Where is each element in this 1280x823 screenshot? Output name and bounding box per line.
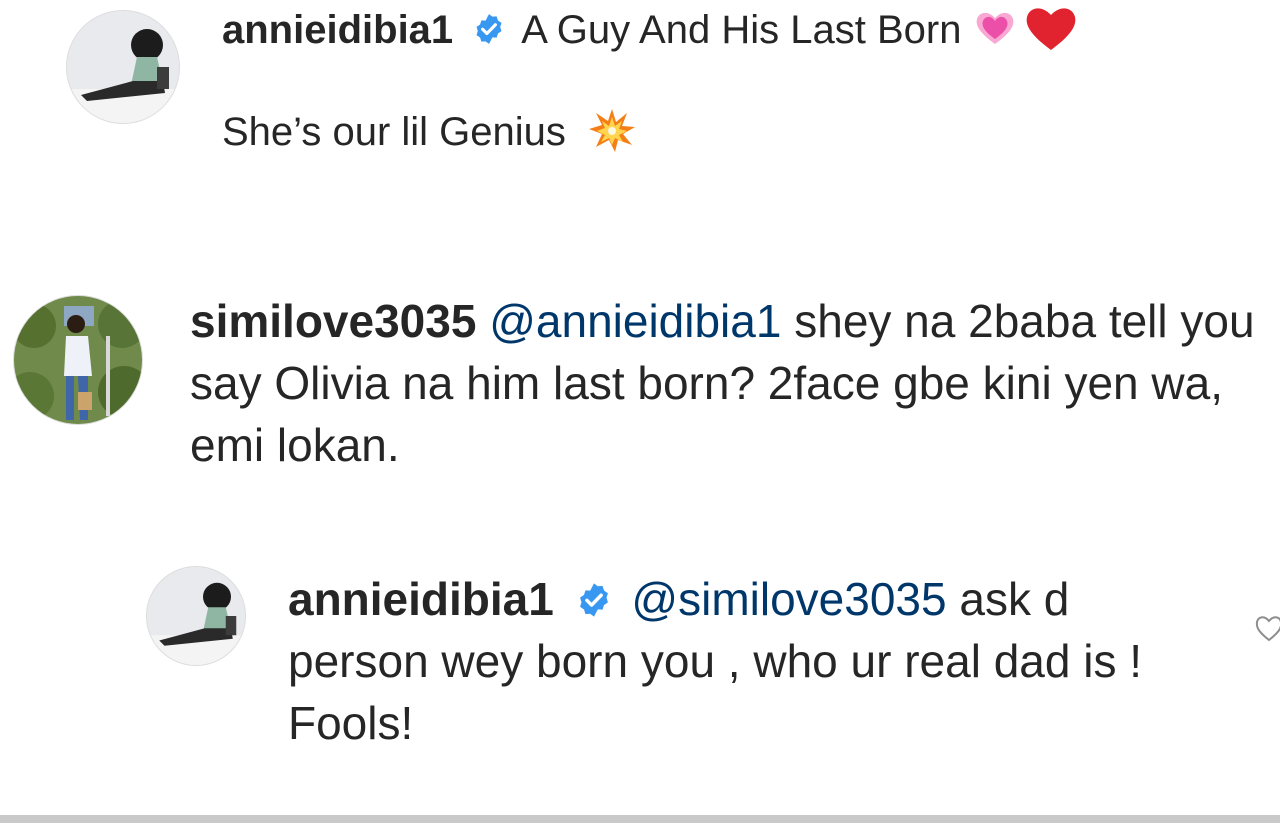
avatar-annieidibia1[interactable]	[66, 10, 180, 124]
bottom-divider	[0, 815, 1280, 823]
comment-text: similove3035 @annieidibia1 shey na 2baba…	[190, 290, 1270, 476]
collision-emoji	[589, 109, 636, 153]
comment-mention-link[interactable]: @annieidibia1	[489, 295, 781, 347]
avatar-similove3035[interactable]	[13, 295, 143, 425]
post-caption-subtitle: She’s our lil Genius	[222, 110, 566, 154]
growing-heart-emoji	[976, 13, 1013, 45]
red-heart-emoji	[1026, 8, 1076, 51]
post-caption-line2: She’s our lil Genius	[222, 108, 637, 157]
reply-author-username[interactable]: annieidibia1	[288, 573, 554, 625]
post-caption-title: A Guy And His Last Born	[521, 8, 962, 52]
verified-badge-icon	[476, 14, 502, 45]
verified-badge-icon	[579, 583, 608, 617]
post-author-username[interactable]: annieidibia1	[222, 8, 453, 52]
reply-mention-link[interactable]: @similove3035	[631, 573, 946, 625]
reply-text: annieidibia1 @similove3035 ask d person …	[288, 568, 1158, 754]
post-caption-line1: annieidibia1 A Guy And His Last Born	[222, 6, 1078, 56]
comment-author-username[interactable]: similove3035	[190, 295, 476, 347]
avatar-annieidibia1-reply[interactable]	[146, 566, 246, 666]
heart-outline-icon[interactable]	[1254, 610, 1280, 646]
comment-thread: annieidibia1 A Guy And His Last Born She…	[0, 0, 1280, 823]
